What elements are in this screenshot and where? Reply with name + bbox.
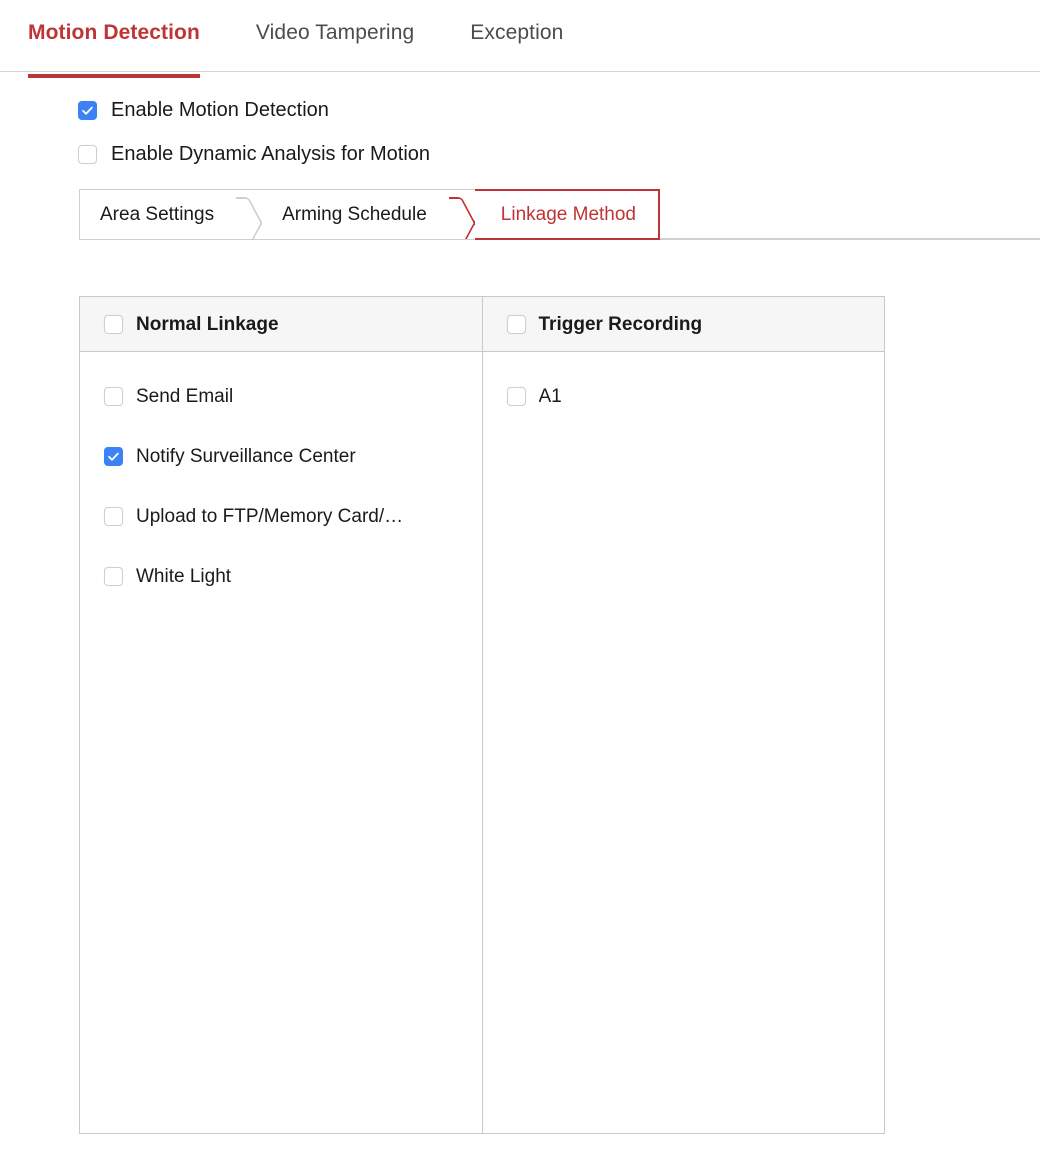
normal-linkage-list: Send Email Notify Surveillance Center Up… [80, 352, 482, 1133]
list-item[interactable]: White Light [80, 546, 482, 606]
tab-video-tampering[interactable]: Video Tampering [256, 0, 414, 43]
tab-label: Motion Detection [28, 21, 200, 44]
tab-label: Exception [470, 21, 563, 44]
normal-linkage-title: Normal Linkage [136, 315, 279, 334]
list-item[interactable]: Upload to FTP/Memory Card/… [80, 486, 482, 546]
normal-linkage-select-all-checkbox[interactable] [104, 315, 123, 334]
breadcrumb-step-linkage-method[interactable]: Linkage Method [475, 189, 660, 240]
breadcrumb-step-area-settings[interactable]: Area Settings [79, 189, 236, 240]
upload-to-ftp-label: Upload to FTP/Memory Card/… [136, 507, 403, 526]
breadcrumb-step-label: Arming Schedule [282, 204, 427, 226]
breadcrumb: Area Settings Arming Schedule Linkage Me… [0, 188, 1040, 240]
tab-list: Motion Detection Video Tampering Excepti… [0, 0, 1040, 72]
upload-to-ftp-checkbox[interactable] [104, 507, 123, 526]
white-light-label: White Light [136, 567, 231, 586]
breadcrumb-steps: Area Settings Arming Schedule Linkage Me… [79, 189, 660, 240]
breadcrumb-chevron-icon [236, 189, 262, 240]
tab-motion-detection[interactable]: Motion Detection [28, 0, 200, 43]
linkage-method-panels: Normal Linkage Send Email Notify Surveil… [79, 296, 885, 1134]
trigger-recording-header[interactable]: Trigger Recording [483, 297, 885, 352]
tab-bar: Motion Detection Video Tampering Excepti… [0, 0, 1040, 72]
trigger-recording-panel: Trigger Recording A1 [483, 297, 885, 1133]
send-email-label: Send Email [136, 387, 233, 406]
normal-linkage-panel: Normal Linkage Send Email Notify Surveil… [80, 297, 483, 1133]
tab-exception[interactable]: Exception [470, 0, 563, 43]
trigger-recording-list: A1 [483, 352, 885, 1133]
tab-label: Video Tampering [256, 21, 414, 44]
enable-motion-detection-checkbox[interactable] [78, 101, 97, 120]
tab-bar-divider [0, 71, 1040, 72]
trigger-recording-title: Trigger Recording [539, 315, 703, 334]
enable-motion-detection-row[interactable]: Enable Motion Detection [78, 100, 1040, 120]
white-light-checkbox[interactable] [104, 567, 123, 586]
send-email-checkbox[interactable] [104, 387, 123, 406]
list-item[interactable]: Send Email [80, 366, 482, 426]
list-item[interactable]: A1 [483, 366, 885, 426]
enable-dynamic-analysis-label: Enable Dynamic Analysis for Motion [111, 144, 430, 164]
enable-options-group: Enable Motion Detection Enable Dynamic A… [0, 72, 1040, 164]
channel-a1-checkbox[interactable] [507, 387, 526, 406]
trigger-recording-select-all-checkbox[interactable] [507, 315, 526, 334]
enable-motion-detection-label: Enable Motion Detection [111, 100, 329, 120]
list-item[interactable]: Notify Surveillance Center [80, 426, 482, 486]
breadcrumb-step-label: Area Settings [100, 204, 214, 226]
notify-surveillance-center-checkbox[interactable] [104, 447, 123, 466]
enable-dynamic-analysis-row[interactable]: Enable Dynamic Analysis for Motion [78, 144, 1040, 164]
notify-surveillance-center-label: Notify Surveillance Center [136, 447, 356, 466]
breadcrumb-step-label: Linkage Method [501, 204, 636, 226]
breadcrumb-chevron-icon [449, 189, 475, 240]
enable-dynamic-analysis-checkbox[interactable] [78, 145, 97, 164]
channel-a1-label: A1 [539, 387, 562, 406]
breadcrumb-step-arming-schedule[interactable]: Arming Schedule [262, 189, 449, 240]
normal-linkage-header[interactable]: Normal Linkage [80, 297, 482, 352]
